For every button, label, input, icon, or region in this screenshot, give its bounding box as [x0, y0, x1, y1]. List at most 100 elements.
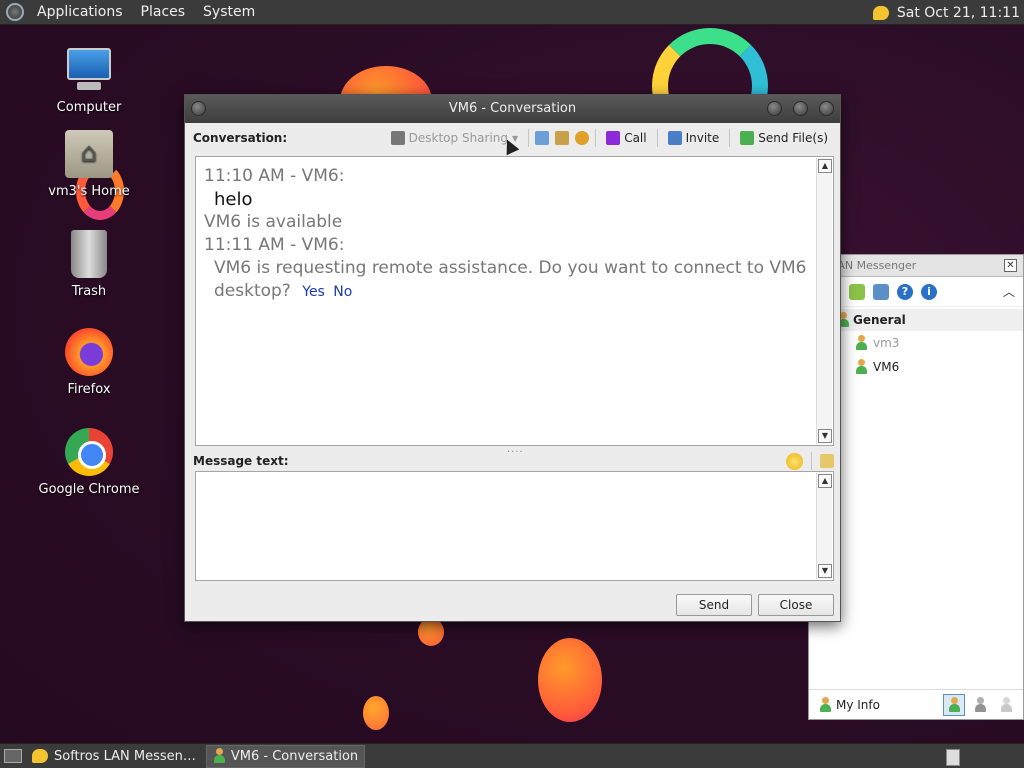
top-panel: Applications Places System Sat Oct 21, 1…: [0, 0, 1024, 25]
system-menu[interactable]: System: [194, 0, 264, 25]
conversation-label: Conversation:: [193, 131, 288, 145]
window-menu-icon[interactable]: [191, 101, 206, 116]
scroll-up-icon[interactable]: ▲: [818, 159, 832, 173]
desktop-icon-label: Computer: [56, 100, 122, 115]
history-icon[interactable]: [873, 283, 889, 300]
lan-messenger-titlebar[interactable]: os LAN Messenger ✕: [809, 255, 1023, 277]
status-notice: VM6 is available: [204, 212, 343, 232]
window-title: VM6 - Conversation: [448, 101, 577, 116]
taskbar-item-conversation[interactable]: VM6 - Conversation: [205, 744, 366, 768]
scroll-up-icon[interactable]: ▲: [818, 474, 832, 488]
menu-logo-icon[interactable]: [6, 3, 24, 21]
desktop-sharing-label: Desktop Sharing: [408, 131, 509, 145]
desktop-icon-label: vm3's Home: [48, 184, 130, 199]
contacts-icon[interactable]: [555, 131, 570, 145]
chrome-icon: [65, 428, 113, 476]
send-file-icon: [740, 131, 755, 145]
firefox-icon: [65, 328, 113, 376]
message-header: 11:11 AM - VM6:: [204, 235, 345, 255]
group-general[interactable]: General: [809, 309, 1023, 331]
scroll-down-icon[interactable]: ▼: [818, 429, 832, 443]
video-call-icon: [606, 131, 621, 145]
input-scrollbar[interactable]: ▲ ▼: [816, 473, 832, 579]
conversation-titlebar[interactable]: VM6 - Conversation: [185, 95, 840, 123]
invite-button[interactable]: Invite: [664, 129, 724, 147]
toolbar-separator: [729, 129, 731, 147]
minimize-icon[interactable]: [767, 101, 782, 116]
message-bar: Message text:: [193, 450, 834, 472]
desktop-icon-chrome[interactable]: Google Chrome: [34, 428, 144, 497]
user-item-vm6[interactable]: VM6: [809, 355, 1023, 379]
font-format-icon[interactable]: [820, 454, 834, 468]
close-button[interactable]: Close: [758, 594, 834, 616]
home-folder-icon: [65, 130, 113, 178]
send-button[interactable]: Send: [676, 594, 752, 616]
my-info-icon: [819, 696, 831, 713]
computer-icon: [65, 46, 113, 94]
scroll-down-icon[interactable]: ▼: [818, 564, 832, 578]
lan-toolbar: ? i ︿: [809, 277, 1023, 307]
status-online-button[interactable]: [943, 693, 965, 716]
places-menu[interactable]: Places: [132, 0, 195, 25]
user-icon: [855, 335, 867, 351]
lan-messenger-icon: [32, 749, 48, 763]
history-icon[interactable]: [535, 131, 550, 145]
trash-icon: [71, 230, 107, 278]
bottom-taskbar: Softros LAN Messen… VM6 - Conversation: [0, 743, 1024, 768]
lan-messenger-tray-icon[interactable]: [872, 5, 889, 20]
desktop-icon-label: Firefox: [67, 382, 111, 397]
taskbar-item-label: Softros LAN Messen…: [54, 748, 196, 764]
taskbar-item-lan-messenger[interactable]: Softros LAN Messen…: [26, 745, 202, 768]
invite-label: Invite: [685, 131, 720, 145]
call-button[interactable]: Call: [602, 129, 650, 147]
desktop-icon-firefox[interactable]: Firefox: [34, 328, 144, 397]
user-icon: [855, 359, 867, 375]
chevron-up-icon[interactable]: ︿: [1003, 283, 1015, 300]
status-offline-button[interactable]: [995, 694, 1017, 716]
person-icon: [1000, 696, 1012, 713]
help-icon[interactable]: ?: [897, 283, 913, 300]
user-name: vm3: [873, 336, 900, 350]
settings-icon[interactable]: [575, 131, 590, 145]
user-item-vm3[interactable]: vm3: [809, 331, 1023, 355]
my-info-button[interactable]: My Info: [836, 698, 880, 712]
conversation-window: VM6 - Conversation Conversation: Desktop…: [184, 94, 841, 622]
info-icon[interactable]: i: [921, 283, 937, 300]
lan-footer: My Info: [809, 689, 1023, 719]
desktop-icon-home[interactable]: vm3's Home: [34, 130, 144, 199]
workspace-icon[interactable]: [946, 749, 960, 766]
send-files-label: Send File(s): [758, 131, 828, 145]
user-name: VM6: [873, 360, 900, 374]
clock[interactable]: Sat Oct 21, 11:11: [897, 5, 1020, 21]
taskbar-item-label: VM6 - Conversation: [230, 748, 359, 764]
close-icon[interactable]: [819, 101, 834, 116]
show-desktop-icon[interactable]: [4, 749, 22, 763]
applications-menu[interactable]: Applications: [28, 0, 132, 25]
call-label: Call: [624, 131, 647, 145]
status-away-button[interactable]: [969, 694, 991, 716]
message-input[interactable]: ▲ ▼: [195, 471, 834, 581]
close-icon[interactable]: ✕: [1004, 259, 1017, 272]
desktop-icon-trash[interactable]: Trash: [34, 230, 144, 299]
message-label: Message text:: [193, 454, 289, 468]
history-scrollbar[interactable]: ▲ ▼: [816, 158, 832, 444]
invite-icon: [667, 131, 682, 145]
message-header: 11:10 AM - VM6:: [204, 166, 345, 186]
send-files-button[interactable]: Send File(s): [736, 129, 832, 147]
desktop-icon-computer[interactable]: Computer: [34, 46, 144, 115]
toolbar-separator: [656, 129, 658, 147]
group-label: General: [853, 313, 906, 327]
emoticon-icon[interactable]: [786, 452, 803, 470]
toolbar-separator: [811, 452, 812, 470]
conversation-history[interactable]: 11:10 AM - VM6: helo VM6 is available 11…: [195, 156, 834, 446]
remote-assistance-request: VM6 is requesting remote assistance. Do …: [204, 257, 825, 304]
decline-link[interactable]: No: [333, 284, 352, 300]
person-icon: [948, 696, 960, 713]
toolbar-separator: [528, 129, 530, 147]
open-folder-icon[interactable]: [849, 283, 865, 300]
maximize-icon[interactable]: [793, 101, 808, 116]
desktop-icon-label: Trash: [71, 284, 107, 299]
message-text: helo: [214, 189, 253, 210]
desktop-sharing-icon: [390, 131, 405, 145]
accept-link[interactable]: Yes: [302, 284, 325, 300]
